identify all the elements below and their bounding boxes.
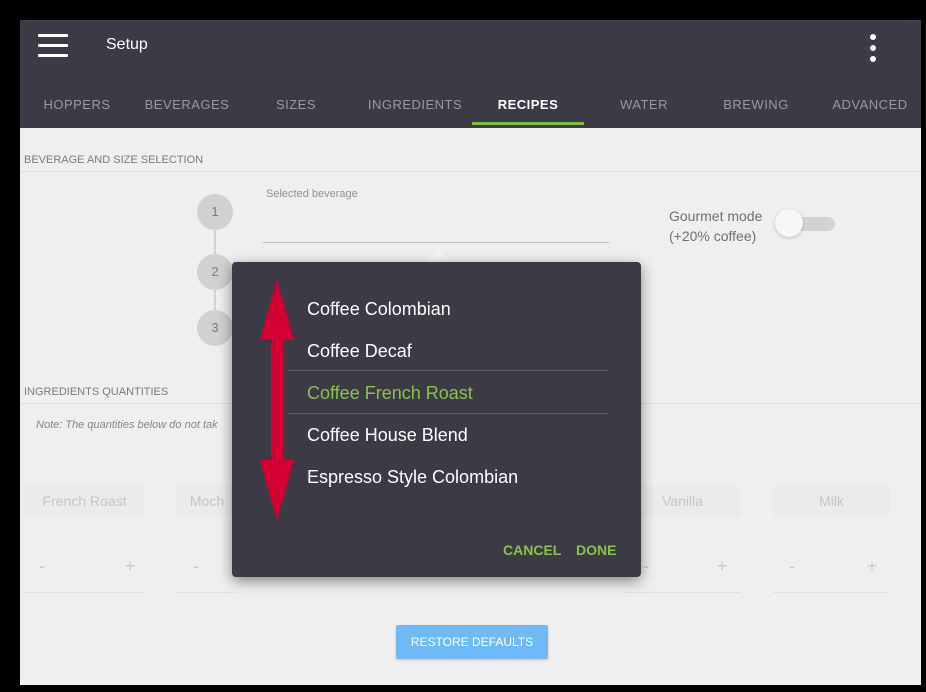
page-title: Setup bbox=[106, 36, 148, 53]
tab-advanced[interactable]: ADVANCED bbox=[826, 96, 914, 128]
dialog-cancel-button[interactable]: CANCEL bbox=[503, 542, 561, 558]
app-screen: Setup HOPPERS BEVERAGES SIZES INGREDIENT… bbox=[20, 20, 921, 685]
picker-item-espresso-style-colombian[interactable]: Espresso Style Colombian bbox=[307, 456, 607, 498]
tab-ingredients[interactable]: INGREDIENTS bbox=[366, 96, 464, 128]
dialog-caret bbox=[426, 249, 450, 261]
picker-item-coffee-colombian[interactable]: Coffee Colombian bbox=[307, 288, 607, 330]
more-vert-icon[interactable] bbox=[866, 32, 880, 66]
tab-bar: HOPPERS BEVERAGES SIZES INGREDIENTS RECI… bbox=[20, 96, 921, 128]
tab-beverages[interactable]: BEVERAGES bbox=[144, 96, 230, 128]
tab-brewing[interactable]: BREWING bbox=[720, 96, 792, 128]
scroll-double-arrow-icon bbox=[260, 280, 294, 520]
active-tab-indicator bbox=[472, 122, 584, 125]
dialog-done-button[interactable]: DONE bbox=[576, 542, 616, 558]
picker-divider-top bbox=[287, 370, 608, 371]
app-bar: Setup HOPPERS BEVERAGES SIZES INGREDIENT… bbox=[20, 20, 921, 128]
tab-water[interactable]: WATER bbox=[614, 96, 674, 128]
menu-icon[interactable] bbox=[38, 34, 68, 58]
tab-sizes[interactable]: SIZES bbox=[268, 96, 324, 128]
picker-item-coffee-french-roast[interactable]: Coffee French Roast bbox=[307, 372, 607, 414]
screenshot-frame: Setup HOPPERS BEVERAGES SIZES INGREDIENT… bbox=[0, 0, 926, 692]
tab-hoppers[interactable]: HOPPERS bbox=[39, 96, 115, 128]
picker-item-coffee-house-blend[interactable]: Coffee House Blend bbox=[307, 414, 607, 456]
picker-item-coffee-decaf[interactable]: Coffee Decaf bbox=[307, 330, 607, 372]
